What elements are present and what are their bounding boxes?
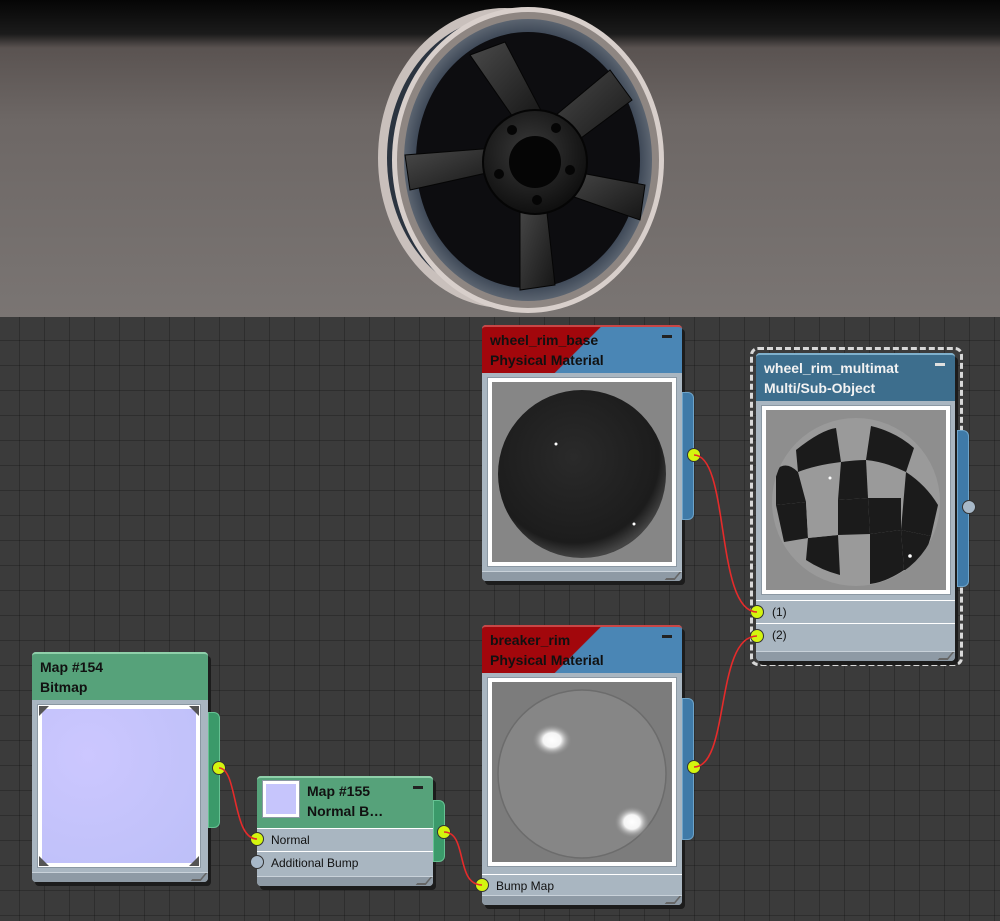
breaker-rim-header[interactable]: breaker_rim Physical Material	[482, 625, 682, 673]
multimat-slot-1[interactable]: (1)	[756, 600, 955, 623]
map155-additional-bump-input-socket[interactable]	[250, 855, 264, 869]
wheel-rim-base-preview	[487, 377, 677, 567]
resize-grip-icon[interactable]	[664, 572, 682, 580]
map154-type: Bitmap	[40, 679, 88, 695]
wheel-rim-base-header[interactable]: wheel_rim_base Physical Material	[482, 325, 682, 373]
wheel-rim-base-type: Physical Material	[490, 352, 604, 368]
map154-name: Map #154	[40, 659, 104, 675]
map155-node[interactable]: Map #155 Normal B… Normal Additional Bum…	[257, 776, 433, 886]
multimat-slot-2[interactable]: (2)	[756, 623, 955, 646]
map155-output-socket[interactable]	[437, 825, 451, 839]
wheel-rim-base-name: wheel_rim_base	[490, 332, 599, 348]
map154-node[interactable]: Map #154 Bitmap	[32, 652, 208, 882]
breaker-rim-preview	[487, 677, 677, 867]
multimat-preview	[761, 405, 951, 595]
resize-grip-icon[interactable]	[415, 877, 433, 885]
multimat-slot-1-input-socket[interactable]	[750, 605, 764, 619]
breaker-rim-name: breaker_rim	[490, 632, 571, 648]
resize-grip-icon[interactable]	[190, 873, 208, 881]
map154-preview	[37, 704, 201, 868]
wheel-rim-base-node[interactable]: wheel_rim_base Physical Material	[482, 325, 682, 581]
map155-name: Map #155	[307, 783, 371, 799]
checker-sphere-preview	[772, 418, 940, 586]
map154-output-socket[interactable]	[212, 761, 226, 775]
resize-grip-icon[interactable]	[664, 896, 682, 904]
wheel-rim-base-output-socket[interactable]	[687, 448, 701, 462]
wheel-rim-render	[378, 7, 664, 313]
grey-sphere-preview	[497, 689, 667, 859]
map155-slot-normal[interactable]: Normal	[257, 828, 433, 851]
collapse-icon[interactable]	[662, 635, 672, 638]
multimat-output-socket[interactable]	[962, 500, 976, 514]
multimat-slot-2-input-socket[interactable]	[750, 629, 764, 643]
breaker-rim-node[interactable]: breaker_rim Physical Material Bump Map	[482, 625, 682, 905]
collapse-icon[interactable]	[662, 335, 672, 338]
breaker-rim-slot-bump-map[interactable]: Bump Map	[482, 874, 682, 897]
multimat-node[interactable]: wheel_rim_multimat Multi/Sub-Object (1) …	[756, 353, 955, 661]
map155-thumbnail	[262, 780, 300, 818]
breaker-rim-type: Physical Material	[490, 652, 604, 668]
map155-slot-additional-bump[interactable]: Additional Bump	[257, 851, 433, 874]
map155-type: Normal B…	[307, 803, 384, 819]
multimat-type: Multi/Sub-Object	[764, 380, 876, 396]
dark-sphere-preview	[498, 390, 666, 558]
map155-normal-input-socket[interactable]	[250, 832, 264, 846]
multimat-name: wheel_rim_multimat	[764, 360, 899, 376]
viewport-3d[interactable]	[0, 0, 1000, 317]
breaker-rim-output-socket[interactable]	[687, 760, 701, 774]
resize-grip-icon[interactable]	[937, 652, 955, 660]
collapse-icon[interactable]	[935, 363, 945, 366]
breaker-rim-bump-input-socket[interactable]	[475, 878, 489, 892]
collapse-icon[interactable]	[413, 786, 423, 789]
map154-header[interactable]: Map #154 Bitmap	[32, 652, 208, 700]
multimat-header[interactable]: wheel_rim_multimat Multi/Sub-Object	[756, 353, 955, 401]
